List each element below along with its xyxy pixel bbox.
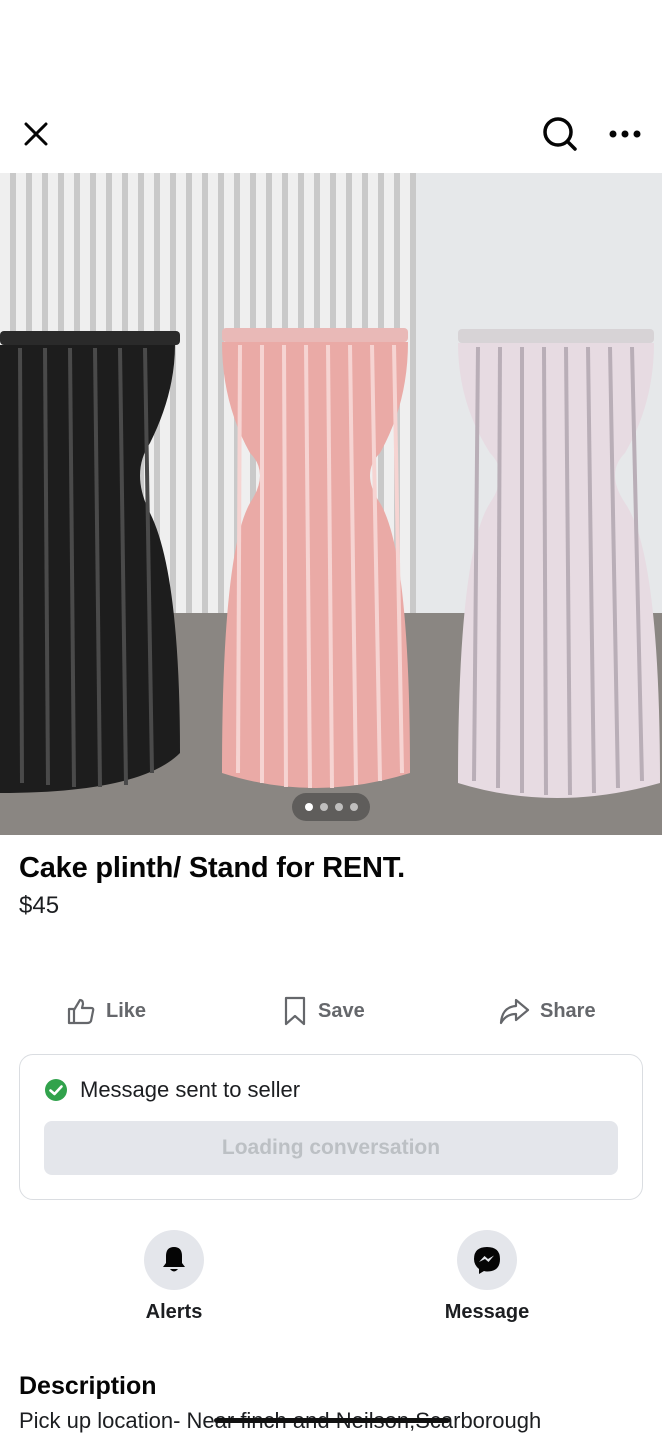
action-row: Like Save Share xyxy=(0,988,662,1034)
close-icon[interactable] xyxy=(16,114,56,154)
carousel-dot xyxy=(334,803,343,811)
description-heading: Description xyxy=(19,1372,157,1400)
loading-conversation-button[interactable]: Loading conversation xyxy=(44,1121,618,1175)
bookmark-icon xyxy=(284,996,306,1026)
home-indicator[interactable] xyxy=(214,1418,450,1423)
like-button[interactable]: Like xyxy=(66,988,146,1034)
alerts-label: Alerts xyxy=(145,1301,203,1323)
carousel-dot xyxy=(349,803,358,811)
share-label: Share xyxy=(540,999,596,1022)
listing-price: $45 xyxy=(19,892,60,919)
more-horizontal-icon[interactable] xyxy=(605,114,645,154)
check-circle-icon xyxy=(45,1079,67,1101)
message-label: Message xyxy=(444,1301,530,1323)
messenger-icon xyxy=(474,1247,500,1274)
message-status-card: Message sent to seller Loading conversat… xyxy=(19,1054,643,1200)
like-label: Like xyxy=(106,999,147,1022)
carousel-dot xyxy=(319,803,328,811)
listing-title: Cake plinth/ Stand for RENT. xyxy=(19,852,405,884)
message-status-text: Message sent to seller xyxy=(80,1077,301,1102)
save-button[interactable]: Save xyxy=(282,988,365,1034)
message-status: Message sent to seller xyxy=(44,1077,300,1103)
carousel-dot-active xyxy=(304,803,313,811)
search-icon[interactable] xyxy=(540,114,580,154)
message-button[interactable] xyxy=(457,1230,517,1290)
bell-icon xyxy=(163,1247,185,1272)
save-label: Save xyxy=(318,999,365,1022)
listing-photo[interactable] xyxy=(0,173,662,835)
top-bar xyxy=(0,100,662,168)
share-arrow-icon xyxy=(499,998,530,1025)
share-button[interactable]: Share xyxy=(498,988,596,1034)
thumbs-up-icon xyxy=(67,998,95,1025)
alerts-button[interactable] xyxy=(144,1230,204,1290)
carousel-indicator xyxy=(292,793,370,821)
